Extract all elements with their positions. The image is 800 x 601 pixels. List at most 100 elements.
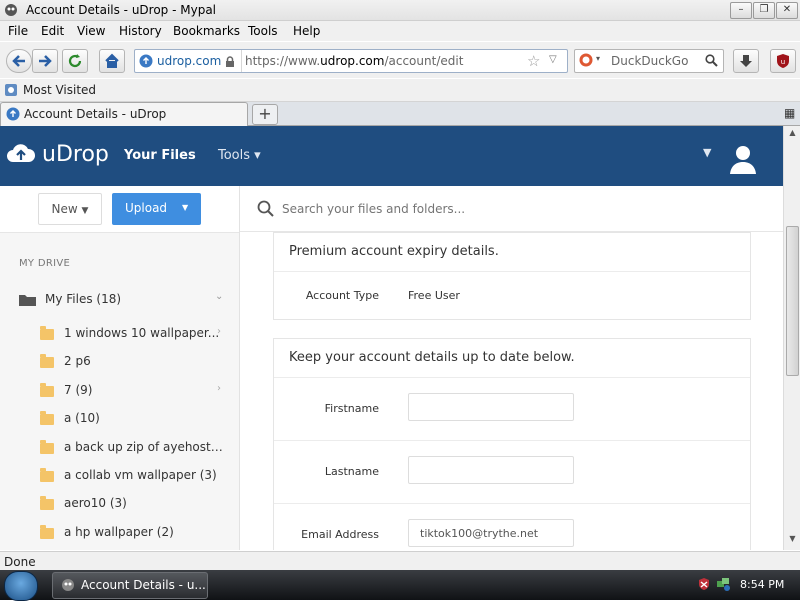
upload-label: Upload [125,201,168,215]
forward-button[interactable] [32,49,58,73]
tray-network-icon[interactable] [716,577,730,591]
menu-view[interactable]: View [77,24,105,38]
folder-item[interactable]: a collab vm wallpaper (3) [40,466,230,486]
menu-history[interactable]: History [119,24,162,38]
start-orb-icon[interactable] [4,571,38,601]
main-content: Premium account expiry details. Account … [240,186,783,550]
duckduckgo-icon [579,53,593,67]
sidebar: New ▼ Upload ▼ MY DRIVE My Files (18) ⌄ … [0,186,240,550]
firstname-label: Firstname [324,402,379,415]
forward-arrow-icon [39,55,52,67]
page-scrollbar[interactable]: ▲ ▼ [783,126,800,550]
lock-icon [226,55,235,67]
folder-icon [40,440,54,454]
ublock-button[interactable]: u [770,49,796,73]
scroll-down-icon[interactable]: ▼ [786,534,799,547]
lastname-input[interactable] [408,456,574,484]
bookmarks-folder-icon [5,84,17,96]
bookmark-star-icon[interactable]: ☆ [527,52,540,70]
email-input[interactable]: tiktok100@trythe.net [408,519,574,547]
menu-edit[interactable]: Edit [41,24,64,38]
udrop-logo-text[interactable]: uDrop [42,142,109,167]
folder-item[interactable]: a back up zip of ayehosti... [40,438,230,458]
menu-tools[interactable]: Tools [248,24,278,38]
expiry-header: Premium account expiry details. [274,233,750,272]
menu-help[interactable]: Help [293,24,320,38]
status-bar: Done [0,551,800,571]
account-type-row: Account Type Free User [274,272,750,319]
site-identity[interactable]: udrop.com [139,50,243,72]
folder-item[interactable]: aero10 (3) [40,494,230,514]
mypal-app-icon [5,4,17,16]
upload-caret-icon[interactable]: ▼ [182,203,188,212]
new-tab-button[interactable]: + [252,104,278,125]
details-panel: Keep your account details up to date bel… [273,338,751,550]
back-button[interactable] [6,49,32,73]
tray-security-icon[interactable] [697,577,711,591]
expand-chevron-icon[interactable]: › [217,383,221,394]
folder-item[interactable]: a (10) [40,409,230,429]
most-visited-label: Most Visited [23,83,97,97]
tab-account-details[interactable]: Account Details - uDrop [0,102,248,126]
search-bar[interactable]: ▾ DuckDuckGo [574,49,724,73]
firstname-input[interactable] [408,393,574,421]
collapse-chevron-icon[interactable]: ⌄ [215,291,223,302]
folder-icon [40,525,54,539]
nav-tools[interactable]: Tools ▾ [218,148,261,163]
taskbar-window-label: Account Details - u... [81,578,206,592]
downloads-button[interactable] [733,49,759,73]
nav-your-files[interactable]: Your Files [124,148,196,163]
upload-button[interactable]: Upload ▼ [112,193,201,225]
user-avatar-icon[interactable] [727,142,759,174]
my-files-root[interactable]: My Files (18) ⌄ [19,291,229,311]
tab-favicon-icon [6,107,20,121]
file-search-input[interactable] [280,197,764,221]
window-title-bar: Account Details - uDrop - Mypal – ❐ ✕ [0,0,800,21]
account-caret-icon[interactable]: ▼ [703,146,711,159]
cloud-favicon-icon [139,54,153,68]
folder-item[interactable]: a hp wallpaper (2) [40,523,230,543]
folder-icon [40,496,54,510]
address-bar[interactable]: udrop.com https://www.udrop.com/account/… [134,49,568,73]
menu-file[interactable]: File [8,24,28,38]
mypal-taskbar-icon [62,579,74,591]
file-actions-row: New ▼ Upload ▼ [0,186,239,233]
navigation-toolbar: udrop.com https://www.udrop.com/account/… [0,42,800,78]
tools-caret-icon: ▾ [254,148,261,163]
close-window-button[interactable]: ✕ [776,2,798,19]
account-type-value: Free User [408,289,460,302]
most-visited-bookmark[interactable]: Most Visited [4,82,96,98]
folder-item[interactable]: 2 p6 [40,352,230,372]
taskbar-window-button[interactable]: Account Details - u... [52,572,208,599]
search-icon [257,200,274,217]
bookmarks-toolbar: Most Visited [0,79,800,102]
url-text: https://www.udrop.com/account/edit [245,54,464,68]
folder-item[interactable]: 1 windows 10 wallpaper... › [40,324,230,344]
scroll-thumb[interactable] [786,226,799,376]
reload-button[interactable] [62,49,88,73]
home-button[interactable] [99,49,125,73]
minimize-button[interactable]: – [730,2,752,19]
folder-icon [40,411,54,425]
folder-item[interactable]: 7 (9) › [40,381,230,401]
svg-text:u: u [781,58,785,66]
folder-icon [40,326,54,340]
lastname-row: Lastname [274,441,750,504]
scroll-up-icon[interactable]: ▲ [786,128,799,141]
magnifier-icon[interactable] [705,54,718,67]
maximize-button[interactable]: ❐ [753,2,775,19]
engine-dropdown-icon[interactable]: ▾ [596,54,600,63]
details-header: Keep your account details up to date bel… [274,339,750,378]
email-label: Email Address [301,528,379,541]
url-dropdown-icon[interactable]: ▽ [549,54,557,65]
expand-chevron-icon[interactable]: › [217,326,221,337]
new-button[interactable]: New ▼ [38,193,102,225]
search-placeholder: DuckDuckGo [611,54,689,68]
ublock-shield-icon: u [777,54,789,68]
menu-bookmarks[interactable]: Bookmarks [173,24,240,38]
back-arrow-icon [12,55,25,67]
tray-clock[interactable]: 8:54 PM [740,578,784,591]
tab-label: Account Details - uDrop [24,107,167,121]
udrop-logo-icon[interactable] [6,142,36,166]
list-all-tabs-icon[interactable]: ▦ [784,106,795,120]
